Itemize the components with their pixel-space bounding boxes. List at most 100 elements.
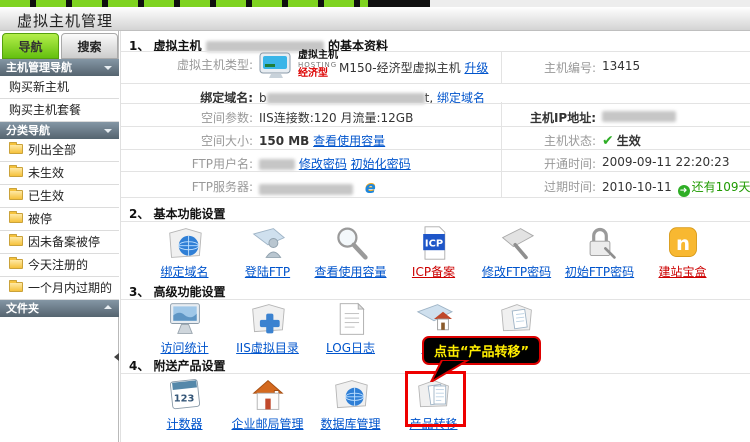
ftp-server-label: FTP服务器: xyxy=(121,178,253,195)
padlock-icon xyxy=(578,225,622,261)
feature-login-ftp[interactable]: 登陆FTP xyxy=(226,225,309,280)
feature-icp-record[interactable]: ICP ICP备案 xyxy=(392,225,475,280)
tab-navigation[interactable]: 导航 xyxy=(2,33,59,59)
log-document-icon xyxy=(329,301,373,337)
hosting-monitor-icon xyxy=(259,52,295,79)
redacted-ip xyxy=(602,111,676,122)
view-usage-link[interactable]: 查看使用容量 xyxy=(313,134,385,148)
sidebar-item-list-all[interactable]: 列出全部 xyxy=(0,139,119,162)
init-password-link[interactable]: 初始化密码 xyxy=(351,157,411,171)
folder-plus-icon xyxy=(246,301,290,337)
top-tab-strip xyxy=(0,0,750,7)
sidebar-section-host-management[interactable]: 主机管理导航 xyxy=(0,59,119,76)
feature-change-ftp-password[interactable]: 修改FTP密码 xyxy=(475,225,558,280)
check-icon: ✔ xyxy=(602,133,614,149)
sidebar-tabs: 导航 搜索 xyxy=(0,33,119,59)
feature-init-ftp-password[interactable]: 初始FTP密码 xyxy=(558,225,641,280)
feature-database[interactable]: 数据库管理 xyxy=(309,377,392,432)
main-content: 1、 虚拟主机 的基本资料 虚拟主机类型: 虚拟主机 HOSTING 经济型 xyxy=(120,31,750,442)
host-type-value: M150-经济型虚拟主机 升级 xyxy=(339,59,488,76)
folder-icon xyxy=(9,236,23,246)
feature-view-usage[interactable]: 查看使用容量 xyxy=(309,225,392,280)
space-size-label: 空间大小: xyxy=(121,132,253,149)
host-id-value: 13415 xyxy=(602,59,640,73)
change-password-link[interactable]: 修改密码 xyxy=(299,157,347,171)
virtual-host-manager-window: 虚拟主机管理 导航 搜索 主机管理导航 购买新主机 购买主机套餐 分类导航 列出… xyxy=(0,0,750,442)
ftp-user-value: 修改密码 初始化密码 xyxy=(259,155,411,172)
sidebar-item-stopped-no-icp[interactable]: 因未备案被停 xyxy=(0,231,119,254)
ftp-login-icon xyxy=(246,225,290,261)
docs-folder-icon xyxy=(495,301,539,337)
tab-search[interactable]: 搜索 xyxy=(61,33,118,59)
sidebar-item-buy-new-host[interactable]: 购买新主机 xyxy=(0,76,119,99)
space-params-label: 空间参数: xyxy=(121,109,253,126)
green-tabs-edge xyxy=(0,0,368,7)
database-globe-icon xyxy=(329,377,373,413)
sidebar-section-folders[interactable]: 文件夹 xyxy=(0,300,119,317)
ftp-server-value: e xyxy=(259,178,376,197)
house-icon xyxy=(246,377,290,413)
svg-text:123: 123 xyxy=(173,393,194,404)
host-status-label: 主机状态: xyxy=(504,132,596,149)
header-bar: 虚拟主机管理 xyxy=(0,7,750,31)
icp-document-icon: ICP xyxy=(412,225,456,261)
counter-icon: 123 xyxy=(163,377,207,413)
folder-icon xyxy=(9,282,23,292)
chevron-down-icon xyxy=(104,66,112,70)
page-title: 虚拟主机管理 xyxy=(17,10,113,31)
chevron-up-icon xyxy=(104,305,112,309)
section3-title: 3、 高级功能设置 xyxy=(129,283,226,300)
feature-log[interactable]: LOG日志 xyxy=(309,301,392,356)
space-params-value: IIS连接数:120 月流量:12GB xyxy=(259,109,413,126)
feature-counter[interactable]: 123 计数器 xyxy=(143,377,226,432)
host-ip-value xyxy=(602,109,676,123)
monitor-icon xyxy=(163,301,207,337)
callout-product-transfer: 点击“产品转移” xyxy=(422,336,541,365)
internet-explorer-icon[interactable]: e xyxy=(365,178,376,197)
section4-title: 4、 附送产品设置 xyxy=(129,357,226,374)
host-id-label: 主机编号: xyxy=(504,59,596,76)
sidebar-item-active[interactable]: 已生效 xyxy=(0,185,119,208)
sidebar-item-expiring-month[interactable]: 一个月内过期的 xyxy=(0,277,119,300)
sidebar-item-buy-host-plan[interactable]: 购买主机套餐 xyxy=(0,99,119,122)
chevron-down-icon xyxy=(104,129,112,133)
dark-tab-edge xyxy=(368,0,430,7)
folder-icon xyxy=(9,213,23,223)
brush-tool-icon xyxy=(495,225,539,261)
host-status-value: ✔生效 xyxy=(602,132,641,149)
redacted-ftp-user xyxy=(259,159,295,170)
folder-icon xyxy=(9,167,23,177)
sidebar-item-registered-today[interactable]: 今天注册的 xyxy=(0,254,119,277)
ftp-user-label: FTP用户名: xyxy=(121,155,253,172)
globe-folder-icon xyxy=(163,225,207,261)
feature-enterprise-mail[interactable]: 企业邮局管理 xyxy=(226,377,309,432)
disk-home-icon xyxy=(412,301,456,337)
folder-icon xyxy=(9,190,23,200)
section2-title: 2、 基本功能设置 xyxy=(129,205,226,222)
redacted-ftp-server xyxy=(259,184,353,195)
feature-site-builder-box[interactable]: n 建站宝盒 xyxy=(641,225,724,280)
sidebar-item-not-active[interactable]: 未生效 xyxy=(0,162,119,185)
magnifier-icon xyxy=(329,225,373,261)
svg-text:ICP: ICP xyxy=(424,239,442,250)
upgrade-link[interactable]: 升级 xyxy=(464,61,488,75)
callout-tail xyxy=(428,360,473,382)
hosting-type-logo: 虚拟主机 HOSTING 经济型 xyxy=(259,51,338,79)
sidebar-item-stopped[interactable]: 被停 xyxy=(0,208,119,231)
sidebar: 导航 搜索 主机管理导航 购买新主机 购买主机套餐 分类导航 列出全部 未生效 xyxy=(0,31,119,442)
svg-text:n: n xyxy=(675,232,689,255)
nbox-icon: n xyxy=(661,225,705,261)
expire-time-value: 2010-10-11 ➜还有109天过期 续费 xyxy=(602,178,750,197)
feature-iis-virtual-dir[interactable]: IIS虚拟目录 xyxy=(226,301,309,356)
sidebar-collapse-handle[interactable] xyxy=(114,353,119,361)
folder-icon xyxy=(9,259,23,269)
feature-visit-stats[interactable]: 访问统计 xyxy=(143,301,226,356)
sidebar-section-category-nav[interactable]: 分类导航 xyxy=(0,122,119,139)
folder-icon xyxy=(9,144,23,154)
open-time-value: 2009-09-11 22:20:23 xyxy=(602,155,729,169)
space-size-value: 150 MB 查看使用容量 xyxy=(259,132,385,149)
green-arrow-icon: ➜ xyxy=(678,185,690,197)
feature-bind-domain[interactable]: 绑定域名 xyxy=(143,225,226,280)
host-ip-label: 主机IP地址: xyxy=(504,109,596,126)
open-time-label: 开通时间: xyxy=(504,155,596,172)
